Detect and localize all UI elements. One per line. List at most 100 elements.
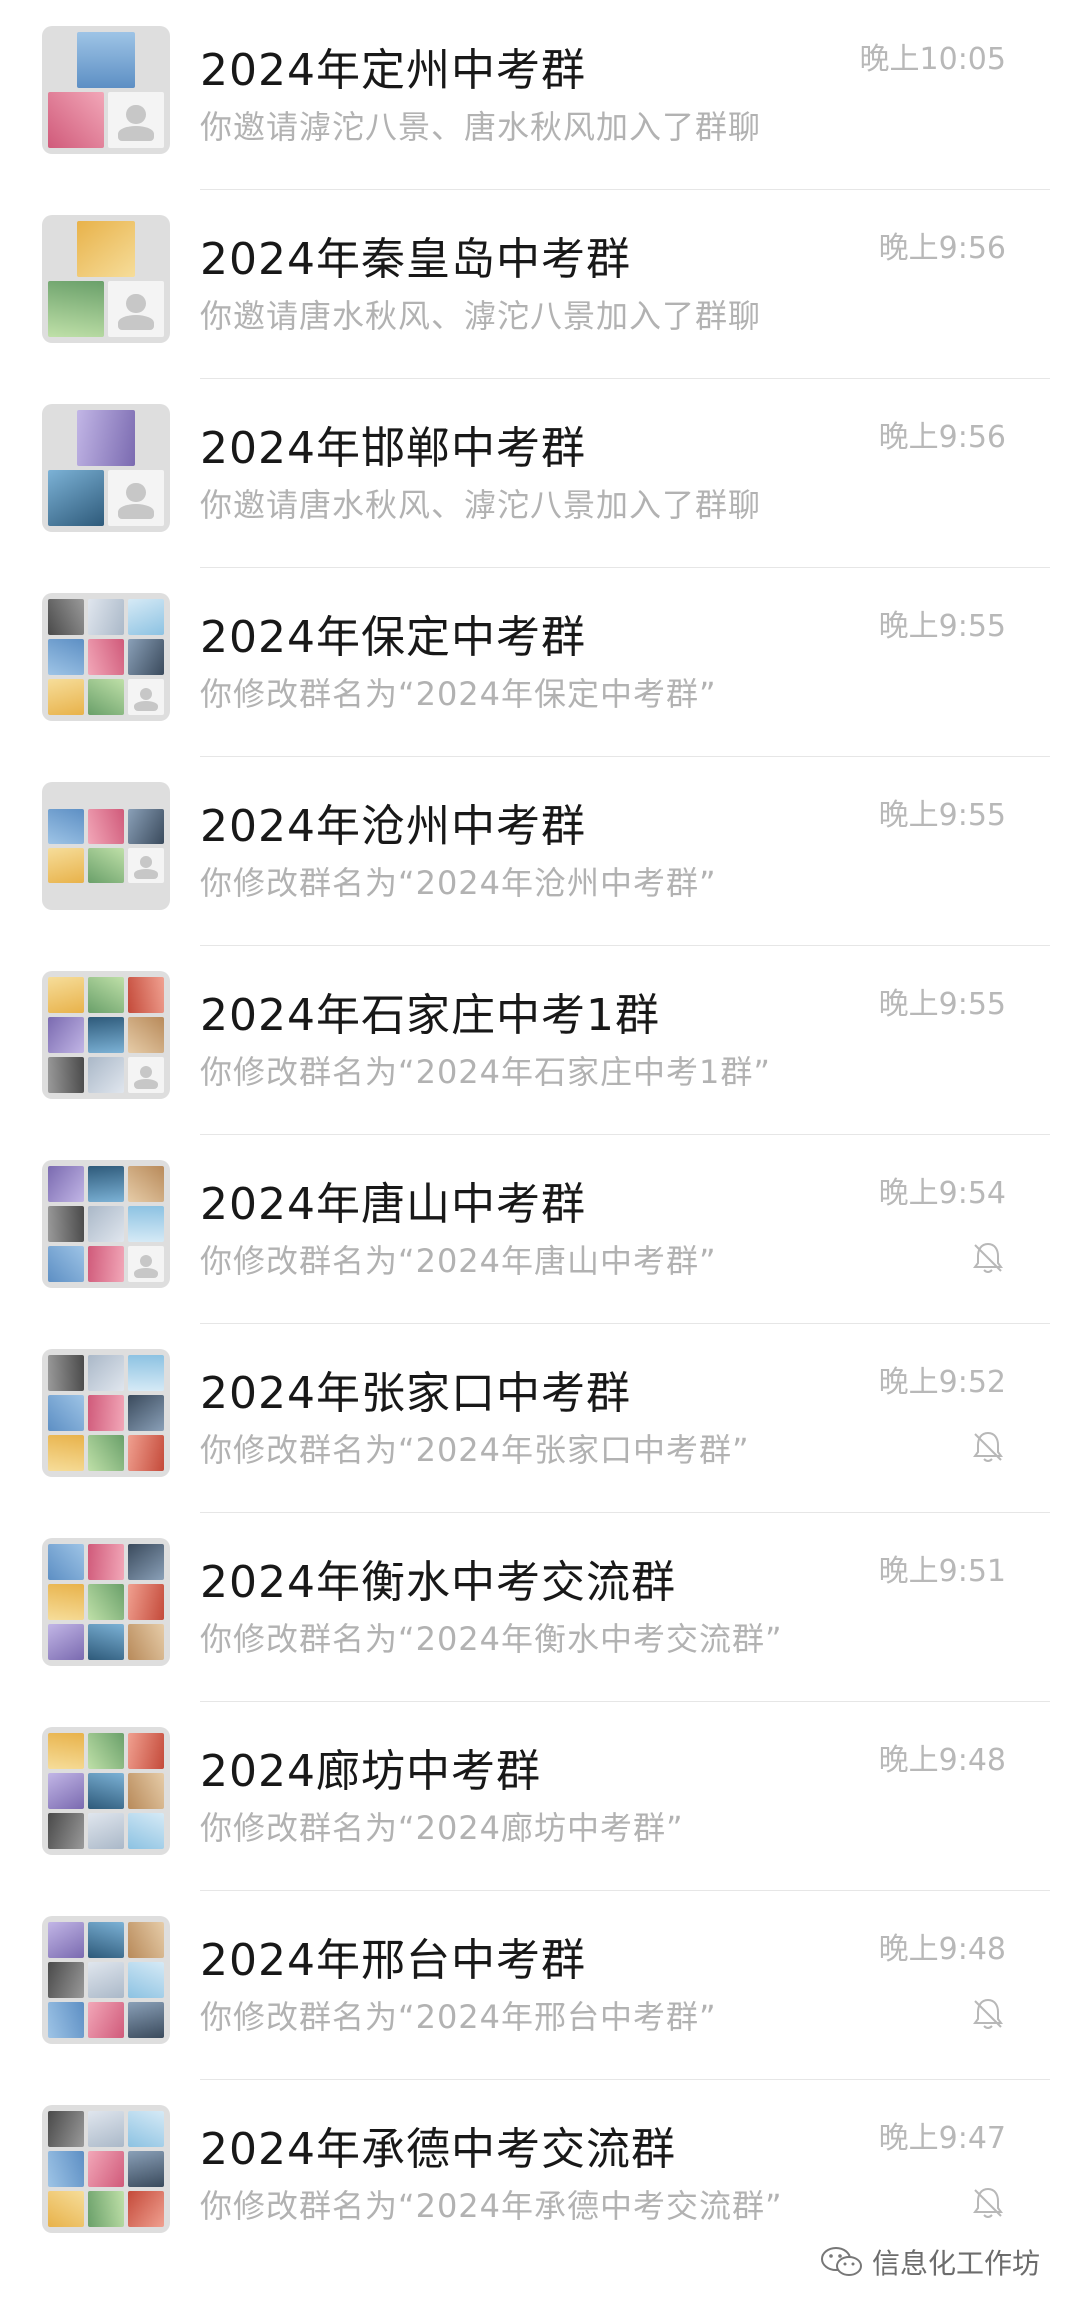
member-thumbnail: [88, 1395, 124, 1431]
group-avatar[interactable]: [42, 2105, 170, 2233]
member-thumbnail: [48, 1922, 84, 1958]
member-thumbnail: [88, 1922, 124, 1958]
member-thumbnail: [88, 1584, 124, 1620]
chat-list-item[interactable]: 2024年张家口中考群 你修改群名为“2024年张家口中考群” 晚上9:52: [0, 1323, 1080, 1513]
chat-list-item[interactable]: 2024年定州中考群 你邀请滹沱八景、唐水秋风加入了群聊 晚上10:05: [0, 0, 1080, 190]
member-thumbnail: [48, 1355, 84, 1391]
default-user-icon: [108, 281, 164, 337]
member-thumbnail: [48, 977, 84, 1013]
chat-list-item[interactable]: 2024年秦皇岛中考群 你邀请唐水秋风、滹沱八景加入了群聊 晚上9:56: [0, 189, 1080, 379]
avatar-grid: [48, 788, 164, 904]
avatar-grid: [48, 1922, 164, 2038]
member-thumbnail: [128, 599, 164, 635]
chat-list-item[interactable]: 2024廊坊中考群 你修改群名为“2024廊坊中考群” 晚上9:48: [0, 1701, 1080, 1891]
member-thumbnail: [128, 1733, 164, 1769]
chat-preview: 你修改群名为“2024年沧州中考群”: [200, 864, 717, 902]
member-thumbnail: [48, 1962, 84, 1998]
avatar-grid: [48, 410, 164, 526]
chat-preview: 你邀请唐水秋风、滹沱八景加入了群聊: [200, 297, 762, 335]
member-thumbnail: [48, 1395, 84, 1431]
chat-preview: 你修改群名为“2024年张家口中考群”: [200, 1431, 750, 1469]
member-thumbnail: [128, 1435, 164, 1471]
default-user-icon: [128, 679, 164, 715]
member-thumbnail: [48, 1773, 84, 1809]
member-thumbnail: [48, 639, 84, 675]
member-thumbnail: [128, 1017, 164, 1053]
member-thumbnail: [48, 2002, 84, 2038]
group-avatar[interactable]: [42, 1349, 170, 1477]
chat-title: 2024年秦皇岛中考群: [200, 234, 631, 285]
member-thumbnail: [88, 1435, 124, 1471]
chat-list-item[interactable]: 2024年唐山中考群 你修改群名为“2024年唐山中考群” 晚上9:54: [0, 1134, 1080, 1324]
member-thumbnail: [48, 848, 84, 883]
group-avatar[interactable]: [42, 1916, 170, 2044]
chat-list-item[interactable]: 2024年衡水中考交流群 你修改群名为“2024年衡水中考交流群” 晚上9:51: [0, 1512, 1080, 1702]
member-thumbnail: [48, 2151, 84, 2187]
group-avatar[interactable]: [42, 782, 170, 910]
avatar-grid: [48, 221, 164, 337]
member-thumbnail: [88, 1813, 124, 1849]
member-thumbnail: [88, 639, 124, 675]
chat-time: 晚上9:48: [878, 1932, 1006, 1967]
group-avatar[interactable]: [42, 26, 170, 154]
group-avatar[interactable]: [42, 1538, 170, 1666]
chat-time: 晚上9:55: [878, 798, 1006, 833]
chat-list-item[interactable]: 2024年保定中考群你修改群名为“2024年保定中考群” 晚上9:55: [0, 567, 1080, 757]
default-user-icon: [128, 1246, 164, 1282]
chat-time: 晚上9:55: [878, 609, 1006, 644]
member-thumbnail: [88, 1544, 124, 1580]
default-user-icon: [108, 92, 164, 148]
member-thumbnail: [128, 1206, 164, 1242]
chat-title: 2024年唐山中考群: [200, 1179, 586, 1230]
member-thumbnail: [88, 1773, 124, 1809]
group-avatar[interactable]: [42, 215, 170, 343]
group-avatar[interactable]: [42, 1727, 170, 1855]
group-avatar[interactable]: [42, 971, 170, 1099]
chat-list-item[interactable]: 2024年邢台中考群你修改群名为“2024年邢台中考群” 晚上9:48: [0, 1890, 1080, 2080]
member-thumbnail: [48, 1435, 84, 1471]
chat-title: 2024年保定中考群: [200, 612, 586, 663]
chat-time: 晚上9:51: [878, 1554, 1006, 1589]
member-thumbnail: [88, 2191, 124, 2227]
member-thumbnail: [88, 1166, 124, 1202]
group-avatar[interactable]: [42, 404, 170, 532]
member-thumbnail: [77, 410, 135, 466]
chat-time: 晚上10:05: [859, 42, 1006, 77]
member-thumbnail: [88, 2151, 124, 2187]
member-thumbnail: [128, 1584, 164, 1620]
chat-time: 晚上9:55: [878, 987, 1006, 1022]
member-thumbnail: [48, 1166, 84, 1202]
chat-list-item[interactable]: 2024年邯郸中考群 你邀请唐水秋风、滹沱八景加入了群聊 晚上9:56: [0, 378, 1080, 568]
member-thumbnail: [88, 1962, 124, 1998]
chat-preview: 你修改群名为“2024年邢台中考群”: [200, 1998, 717, 2036]
member-thumbnail: [48, 470, 104, 526]
mute-bell-icon: [973, 2187, 1003, 2218]
member-thumbnail: [128, 1773, 164, 1809]
member-thumbnail: [88, 1057, 124, 1093]
member-thumbnail: [128, 2151, 164, 2187]
member-thumbnail: [48, 1584, 84, 1620]
chat-preview: 你修改群名为“2024年保定中考群”: [200, 675, 717, 713]
group-avatar[interactable]: [42, 1160, 170, 1288]
chat-list-item[interactable]: 2024年沧州中考群 你修改群名为“2024年沧州中考群” 晚上9:55: [0, 756, 1080, 946]
chat-title: 2024年邢台中考群: [200, 1935, 586, 1986]
member-thumbnail: [88, 1017, 124, 1053]
group-avatar[interactable]: [42, 593, 170, 721]
member-thumbnail: [88, 977, 124, 1013]
member-thumbnail: [128, 2191, 164, 2227]
avatar-grid: [48, 1544, 164, 1660]
chat-title: 2024年石家庄中考1群: [200, 990, 660, 1041]
chat-list: 2024年定州中考群 你邀请滹沱八景、唐水秋风加入了群聊 晚上10:05 2024年秦…: [0, 0, 1080, 2316]
member-thumbnail: [77, 221, 135, 277]
chat-preview: 你邀请滹沱八景、唐水秋风加入了群聊: [200, 108, 762, 146]
chat-time: 晚上9:47: [878, 2121, 1006, 2156]
member-thumbnail: [48, 809, 84, 844]
member-thumbnail: [48, 1624, 84, 1660]
chat-list-item[interactable]: 2024年石家庄中考1群 你修改群名为“2024年石家庄中考1群” 晚上9:55: [0, 945, 1080, 1135]
chat-time: 晚上9:56: [878, 420, 1006, 455]
member-thumbnail: [88, 1733, 124, 1769]
member-thumbnail: [128, 1922, 164, 1958]
chat-time: 晚上9:48: [878, 1743, 1006, 1778]
member-thumbnail: [128, 809, 164, 844]
member-thumbnail: [48, 1206, 84, 1242]
